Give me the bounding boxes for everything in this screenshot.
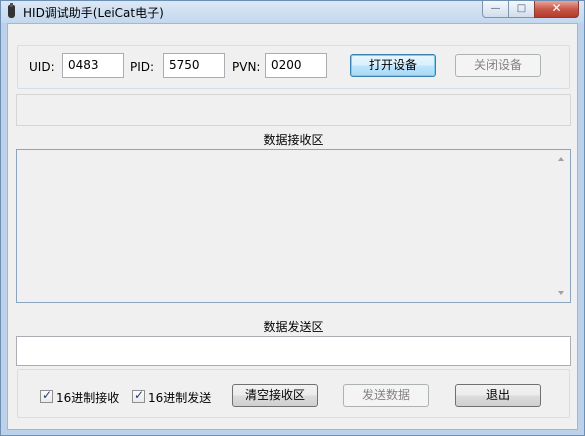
receive-area-title: 数据接收区: [263, 133, 324, 147]
hex-send-checkbox[interactable]: ✓: [132, 388, 145, 403]
pvn-label: PVN:: [232, 60, 261, 74]
minimize-button[interactable]: —: [482, 1, 509, 18]
checkmark-icon: ✓: [42, 388, 53, 402]
open-device-button[interactable]: 打开设备: [350, 54, 436, 77]
pvn-input[interactable]: 0200: [265, 53, 327, 78]
send-data-button[interactable]: 发送数据: [343, 384, 429, 407]
checkmark-icon: ✓: [134, 388, 145, 402]
clear-receive-button[interactable]: 清空接收区: [232, 384, 318, 407]
hex-receive-label: 16进制接收: [56, 391, 120, 405]
send-area-title: 数据发送区: [263, 320, 324, 334]
hex-receive-checkbox[interactable]: ✓: [40, 388, 53, 403]
title-bar[interactable]: HID调试助手(LeiCat电子) — □ ✕: [1, 1, 584, 23]
send-input[interactable]: [16, 336, 571, 366]
usb-device-icon: [8, 3, 15, 18]
receive-textarea[interactable]: [16, 149, 571, 303]
main-window: HID调试助手(LeiCat电子) — □ ✕ UID: 0483 PID: 5…: [0, 0, 585, 436]
pid-input[interactable]: 5750: [163, 53, 225, 78]
uid-label: UID:: [29, 60, 55, 74]
window-title: HID调试助手(LeiCat电子): [23, 6, 164, 20]
scroll-up-icon[interactable]: [558, 157, 564, 161]
client-area: UID: 0483 PID: 5750 PVN: 0200 打开设备 关闭设备 …: [7, 23, 578, 430]
pid-label: PID:: [130, 60, 155, 74]
maximize-button[interactable]: □: [508, 1, 535, 18]
receive-scrollbar[interactable]: [553, 150, 570, 302]
hex-send-label: 16进制发送: [148, 391, 212, 405]
close-window-button[interactable]: ✕: [534, 1, 579, 18]
status-bar: [16, 94, 571, 126]
close-device-button[interactable]: 关闭设备: [455, 54, 541, 77]
exit-button[interactable]: 退出: [455, 384, 541, 407]
scroll-down-icon[interactable]: [558, 291, 564, 295]
uid-input[interactable]: 0483: [62, 53, 124, 78]
